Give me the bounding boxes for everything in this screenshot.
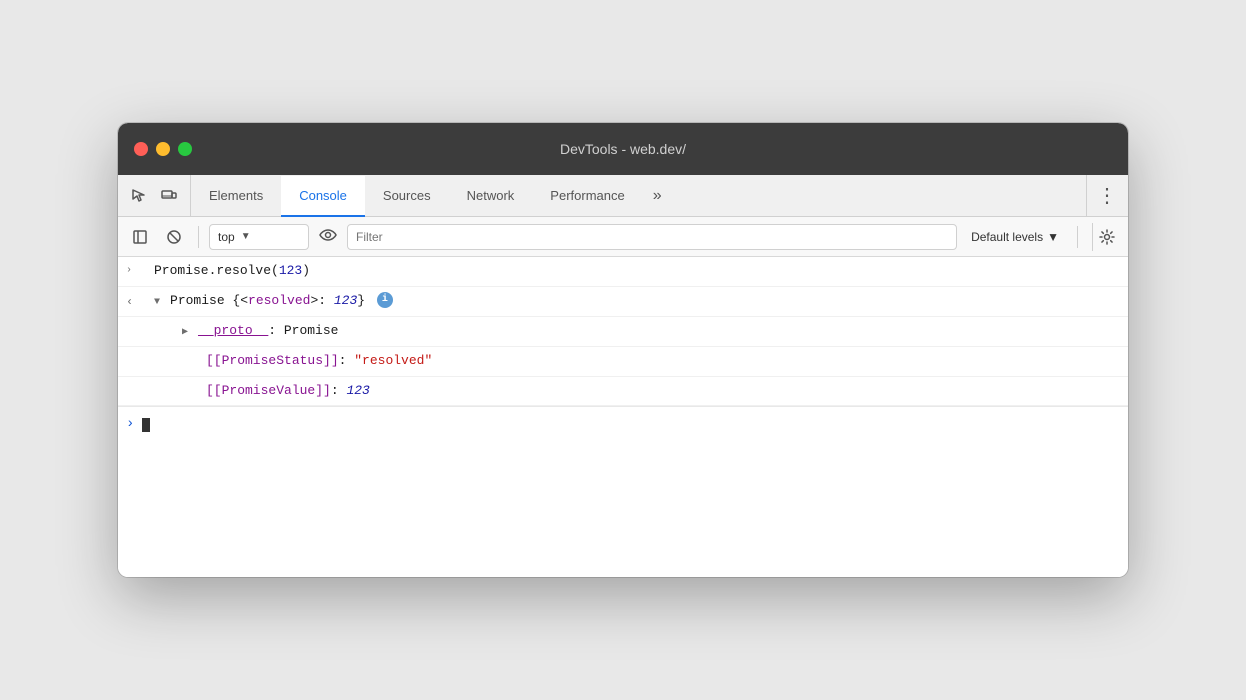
promise-resolve-call: Promise.resolve(123) [154,263,310,278]
devtools-menu-button[interactable]: ⋮ [1097,183,1118,208]
line-gutter-4 [170,351,206,353]
filter-input[interactable] [347,224,957,250]
devtools-window: DevTools - web.dev/ Elements C [118,123,1128,577]
console-text-3: ▶ __proto__: Promise [182,321,1120,342]
tab-bar: Elements Console Sources Network Perform… [118,175,1128,217]
device-icon[interactable] [158,185,180,207]
line-gutter-2: ‹ [118,291,154,312]
console-result-line: ‹ ▼ Promise {<resolved>: 123} i [118,287,1128,317]
levels-arrow-icon: ▼ [1047,230,1059,244]
more-tabs-button[interactable]: » [643,175,672,216]
console-prompt-line[interactable]: › [118,406,1128,441]
proto-line: ▶ __proto__: Promise [118,317,1128,347]
console-settings-button[interactable] [1092,223,1120,251]
promise-value-line: [[PromiseValue]]: 123 [118,377,1128,407]
close-button[interactable] [134,142,148,156]
console-output: › Promise.resolve(123) ‹ ▼ Promise {<res… [118,257,1128,577]
tab-bar-icons [118,175,191,216]
tab-performance[interactable]: Performance [532,176,642,217]
tab-sources[interactable]: Sources [365,176,449,217]
result-arrow: ‹ [126,293,133,312]
promise-status-value: "resolved" [354,353,432,368]
tab-network[interactable]: Network [449,176,533,217]
info-badge[interactable]: i [377,292,393,308]
sidebar-toggle-button[interactable] [126,223,154,251]
log-levels-button[interactable]: Default levels ▼ [963,224,1067,250]
promise-expand-arrow[interactable]: ▼ [154,297,166,308]
promise-value-key: [[PromiseValue]] [206,383,331,398]
expand-arrow-1[interactable]: › [126,263,132,279]
inspect-icon[interactable] [128,185,150,207]
console-input-line-1: › Promise.resolve(123) [118,257,1128,287]
clear-console-button[interactable] [160,223,188,251]
window-title: DevTools - web.dev/ [560,141,686,157]
console-prompt-arrow: › [126,413,134,435]
context-select-arrow: ▼ [241,231,251,242]
line-gutter-3 [146,321,182,323]
line-gutter-5 [170,381,206,383]
tabs-container: Elements Console Sources Network Perform… [191,175,1086,216]
promise-status-key: [[PromiseStatus]] [206,353,339,368]
console-toolbar: top ▼ Default levels ▼ [118,217,1128,257]
console-text-5: [[PromiseValue]]: 123 [206,381,1120,402]
context-selector[interactable]: top ▼ [209,224,309,250]
tab-elements[interactable]: Elements [191,176,281,217]
tab-bar-right: ⋮ [1086,175,1128,216]
promise-value-val: 123 [346,383,369,398]
proto-expand-arrow[interactable]: ▶ [182,327,194,338]
toolbar-divider-2 [1077,226,1078,248]
console-text-4: [[PromiseStatus]]: "resolved" [206,351,1120,372]
toolbar-divider-1 [198,226,199,248]
proto-key[interactable]: __proto__ [198,323,268,338]
console-text-2: ▼ Promise {<resolved>: 123} i [154,291,1120,312]
line-gutter-1: › [118,261,154,279]
promise-status-line: [[PromiseStatus]]: "resolved" [118,347,1128,377]
minimize-button[interactable] [156,142,170,156]
traffic-lights [134,142,192,156]
maximize-button[interactable] [178,142,192,156]
console-text-1: Promise.resolve(123) [154,261,1120,282]
title-bar: DevTools - web.dev/ [118,123,1128,175]
console-cursor [142,418,150,432]
live-expressions-button[interactable] [319,228,337,246]
tab-console[interactable]: Console [281,176,365,217]
